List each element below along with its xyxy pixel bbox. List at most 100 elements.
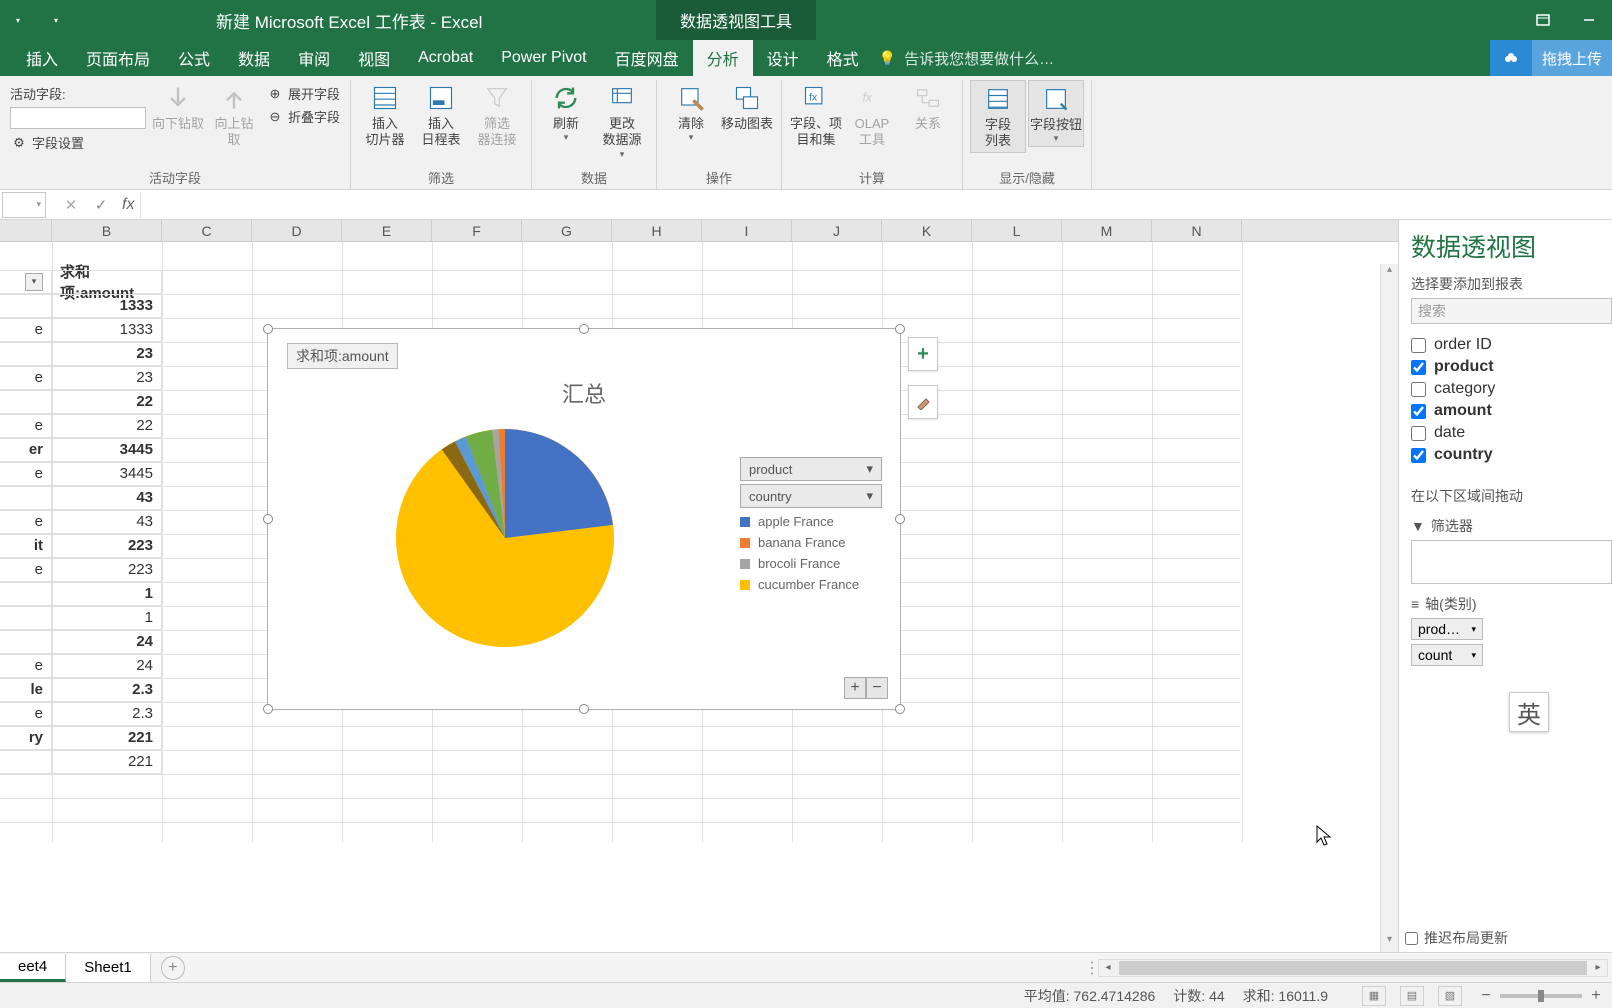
- column-header[interactable]: I: [702, 220, 792, 241]
- table-row-cell[interactable]: ry: [0, 726, 52, 750]
- table-row-cell[interactable]: e: [0, 462, 52, 486]
- column-header[interactable]: J: [792, 220, 882, 241]
- resize-handle[interactable]: [895, 704, 905, 714]
- column-header[interactable]: N: [1152, 220, 1242, 241]
- table-row-cell[interactable]: e: [0, 654, 52, 678]
- field-search-input[interactable]: 搜索: [1411, 298, 1612, 324]
- change-data-source-button[interactable]: 更改 数据源▾: [594, 80, 650, 162]
- table-row-cell[interactable]: [0, 486, 52, 510]
- pivot-chart[interactable]: 求和项:amount 汇总 product▾ country: [267, 328, 901, 710]
- column-header[interactable]: D: [252, 220, 342, 241]
- expand-field-button[interactable]: ⊕展开字段: [262, 82, 344, 105]
- table-row-cell[interactable]: [0, 390, 52, 414]
- field-checkbox[interactable]: [1411, 360, 1426, 375]
- move-chart-button[interactable]: 移动图表: [719, 80, 775, 134]
- column-header[interactable]: B: [52, 220, 162, 241]
- table-row-cell[interactable]: 23: [52, 342, 162, 366]
- refresh-button[interactable]: 刷新▾: [538, 80, 594, 145]
- view-page-break-button[interactable]: ▧: [1438, 986, 1462, 1006]
- table-row-cell[interactable]: 1: [52, 582, 162, 606]
- filters-area[interactable]: [1411, 540, 1612, 584]
- zoom-slider[interactable]: [1500, 994, 1582, 998]
- chart-styles-button[interactable]: [908, 385, 938, 419]
- table-row-cell[interactable]: 2.3: [52, 702, 162, 726]
- fields-items-sets-button[interactable]: fx字段、项 目和集: [788, 80, 844, 151]
- axis-chip-country[interactable]: count▾: [1411, 644, 1483, 666]
- field-settings-button[interactable]: ⚙字段设置: [6, 131, 150, 154]
- table-row-cell[interactable]: 1333: [52, 318, 162, 342]
- tab-acrobat[interactable]: Acrobat: [404, 40, 487, 76]
- ribbon-options-icon[interactable]: [1520, 0, 1566, 40]
- table-row-cell[interactable]: 24: [52, 654, 162, 678]
- qat-dropdown-2[interactable]: ▾: [46, 13, 66, 27]
- minimize-button[interactable]: [1566, 0, 1612, 40]
- table-row-cell[interactable]: 24: [52, 630, 162, 654]
- legend-item[interactable]: cucumber France: [740, 577, 882, 592]
- zoom-in-button[interactable]: +: [1586, 987, 1606, 1005]
- table-row-cell[interactable]: e: [0, 414, 52, 438]
- axis-chip-product[interactable]: prod…▾: [1411, 618, 1483, 640]
- scroll-up-icon[interactable]: ▴: [1381, 264, 1398, 282]
- table-row-cell[interactable]: e: [0, 366, 52, 390]
- tab-formulas[interactable]: 公式: [164, 40, 224, 76]
- table-row-cell[interactable]: 43: [52, 486, 162, 510]
- clear-button[interactable]: 清除▾: [663, 80, 719, 145]
- sheet-tab[interactable]: Sheet1: [66, 954, 151, 982]
- table-row-cell[interactable]: e: [0, 318, 52, 342]
- table-row-cell[interactable]: 43: [52, 510, 162, 534]
- field-row[interactable]: order ID: [1411, 336, 1612, 354]
- field-checkbox[interactable]: [1411, 448, 1426, 463]
- zoom-out-button[interactable]: −: [1476, 987, 1496, 1005]
- table-row-cell[interactable]: 22: [52, 414, 162, 438]
- table-row-cell[interactable]: 223: [52, 534, 162, 558]
- legend-item[interactable]: apple France: [740, 514, 882, 529]
- upload-widget[interactable]: 拖拽上传: [1490, 40, 1612, 76]
- table-row-cell[interactable]: e: [0, 702, 52, 726]
- resize-handle[interactable]: [263, 704, 273, 714]
- view-page-layout-button[interactable]: ▤: [1400, 986, 1424, 1006]
- field-row[interactable]: product: [1411, 358, 1612, 376]
- vertical-scrollbar[interactable]: ▴ ▾: [1380, 264, 1398, 952]
- column-header[interactable]: M: [1062, 220, 1152, 241]
- tab-insert[interactable]: 插入: [12, 40, 72, 76]
- legend-filter-country[interactable]: country▾: [740, 484, 882, 508]
- legend-item[interactable]: banana France: [740, 535, 882, 550]
- table-row-cell[interactable]: 221: [52, 726, 162, 750]
- scroll-left-icon[interactable]: ◂: [1099, 959, 1117, 977]
- tell-me-box[interactable]: 💡告诉我您想要做什么…: [879, 40, 1054, 76]
- resize-handle[interactable]: [895, 514, 905, 524]
- tab-power-pivot[interactable]: Power Pivot: [487, 40, 600, 76]
- table-row-cell[interactable]: 23: [52, 366, 162, 390]
- table-row-cell[interactable]: 223: [52, 558, 162, 582]
- table-row-cell[interactable]: [0, 750, 52, 774]
- active-field-input[interactable]: [10, 107, 146, 129]
- field-checkbox[interactable]: [1411, 426, 1426, 441]
- view-normal-button[interactable]: ▦: [1362, 986, 1386, 1006]
- name-box[interactable]: ▾: [2, 192, 46, 218]
- chart-expand-button[interactable]: +: [844, 677, 866, 699]
- field-checkbox[interactable]: [1411, 338, 1426, 353]
- field-checkbox[interactable]: [1411, 404, 1426, 419]
- collapse-field-button[interactable]: ⊖折叠字段: [262, 105, 344, 128]
- table-row-cell[interactable]: [0, 582, 52, 606]
- scroll-down-icon[interactable]: ▾: [1381, 934, 1398, 952]
- legend-filter-product[interactable]: product▾: [740, 457, 882, 481]
- tab-review[interactable]: 审阅: [284, 40, 344, 76]
- pivot-value-header[interactable]: 求和项:amount: [52, 270, 162, 294]
- table-row-cell[interactable]: 1: [52, 606, 162, 630]
- chart-title[interactable]: 汇总: [268, 377, 900, 409]
- filter-dropdown[interactable]: ▾: [25, 273, 43, 291]
- resize-handle[interactable]: [895, 324, 905, 334]
- table-row-cell[interactable]: [0, 606, 52, 630]
- chart-elements-button[interactable]: +: [908, 337, 938, 371]
- chart-collapse-button[interactable]: −: [866, 677, 888, 699]
- table-row-cell[interactable]: [0, 294, 52, 318]
- tab-view[interactable]: 视图: [344, 40, 404, 76]
- tab-data[interactable]: 数据: [224, 40, 284, 76]
- column-header[interactable]: [0, 220, 52, 241]
- column-header[interactable]: F: [432, 220, 522, 241]
- column-header[interactable]: E: [342, 220, 432, 241]
- field-row[interactable]: country: [1411, 446, 1612, 464]
- tab-baidu[interactable]: 百度网盘: [601, 40, 693, 76]
- defer-layout-checkbox[interactable]: [1405, 932, 1418, 945]
